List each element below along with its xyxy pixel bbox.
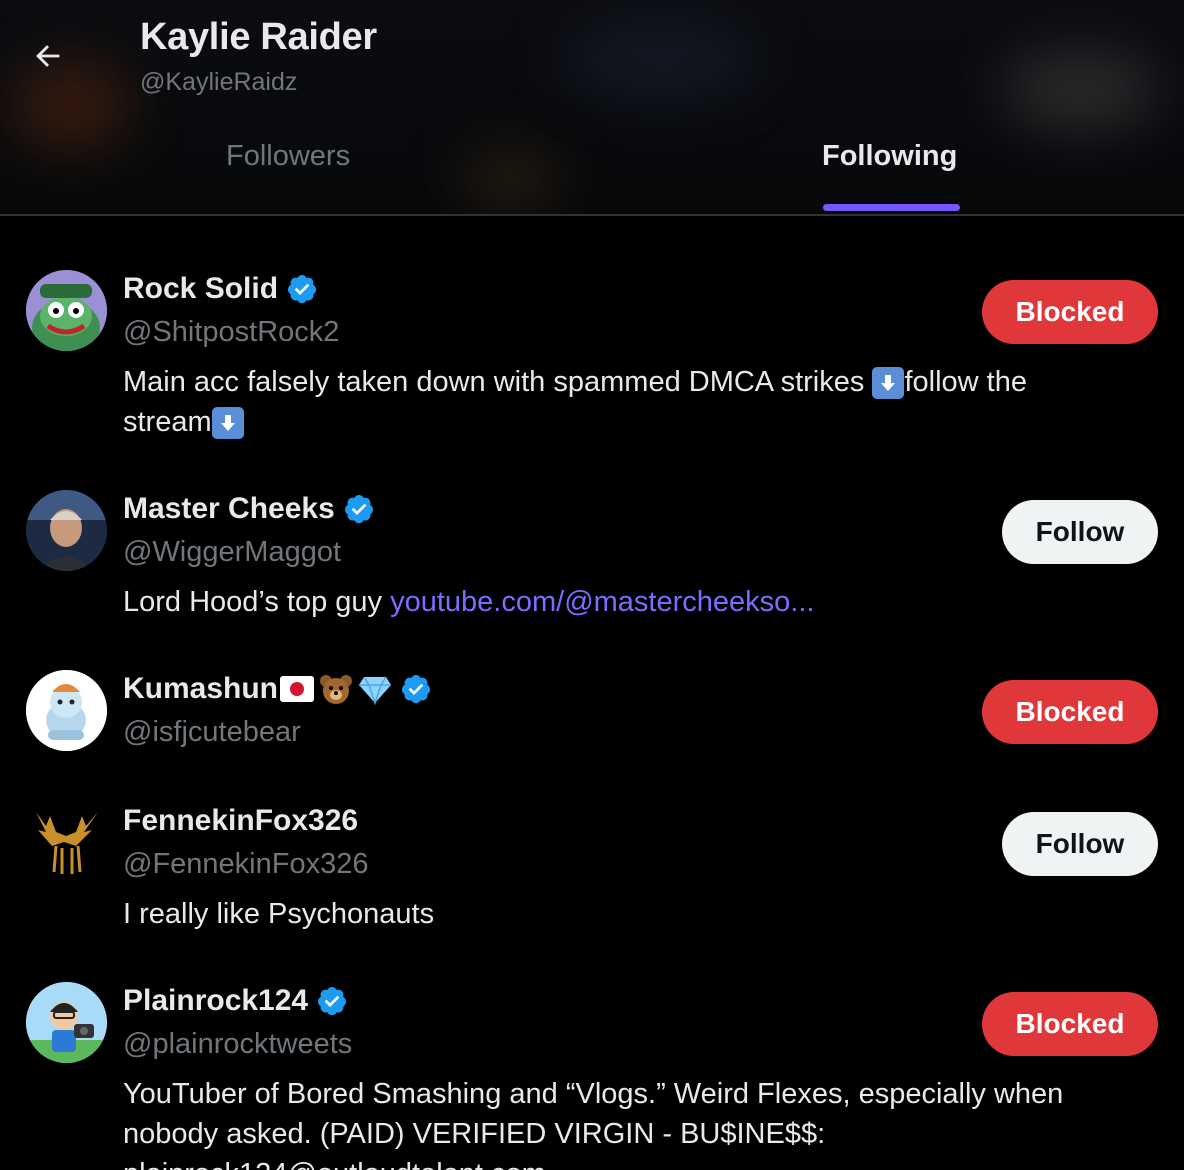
user-handle: @plainrocktweets — [123, 1028, 353, 1060]
tab-following[interactable]: Following — [822, 140, 957, 210]
verified-badge-icon — [318, 987, 347, 1016]
avatar[interactable] — [26, 670, 107, 751]
user-name[interactable]: Rock Solid — [123, 272, 318, 306]
character-avatar-icon — [26, 982, 107, 1063]
avatar[interactable] — [26, 802, 107, 883]
user-bio: Main acc falsely taken down with spammed… — [123, 366, 1027, 440]
list-item[interactable]: Plainrock124 @plainrocktweets YouTuber o… — [0, 968, 1184, 1170]
header-background-blur — [1000, 50, 1160, 130]
arrow-down-emoji-icon — [211, 407, 244, 440]
verified-badge-icon — [344, 495, 373, 524]
antler-avatar-icon — [26, 802, 107, 883]
profile-name: Kaylie Raider — [140, 16, 377, 58]
profile-header: Kaylie Raider @KaylieRaidz Followers Fol… — [0, 0, 1184, 216]
user-handle: @isfjcutebear — [123, 716, 301, 748]
frog-avatar-icon — [26, 270, 107, 351]
header-background-blur — [560, 20, 760, 100]
bear-emoji-icon — [318, 673, 354, 705]
japan-flag-icon — [280, 676, 315, 702]
bio-link[interactable]: youtube.com/@mastercheekso... — [390, 586, 814, 618]
verified-badge-icon — [288, 275, 317, 304]
user-bio: Lord Hood’s top guy youtube.com/@masterc… — [123, 586, 815, 618]
user-bio: YouTuber of Bored Smashing and “Vlogs.” … — [123, 1078, 1064, 1170]
user-name[interactable]: Plainrock124 — [123, 984, 348, 1018]
header-background-blur — [460, 150, 560, 210]
blocked-button[interactable]: Blocked — [982, 680, 1158, 744]
user-handle: @ShitpostRock2 — [123, 316, 340, 348]
blocked-button[interactable]: Blocked — [982, 992, 1158, 1056]
user-handle: @WiggerMaggot — [123, 536, 342, 568]
bear-avatar-icon — [26, 670, 107, 751]
avatar[interactable] — [26, 270, 107, 351]
list-item[interactable]: FennekinFox326 @FennekinFox326 I really … — [0, 788, 1184, 938]
active-tab-indicator — [823, 204, 960, 211]
user-name[interactable]: Master Cheeks — [123, 492, 375, 526]
back-button[interactable] — [22, 30, 74, 82]
tab-followers[interactable]: Followers — [226, 140, 350, 210]
arrow-down-emoji-icon — [872, 367, 905, 400]
user-bio: I really like Psychonauts — [123, 898, 435, 930]
person-avatar-icon — [26, 490, 107, 571]
profile-handle: @KaylieRaidz — [140, 68, 298, 96]
list-item[interactable]: Kumashun @isfjcutebear Blocked — [0, 656, 1184, 766]
avatar[interactable] — [26, 982, 107, 1063]
arrow-left-icon — [36, 45, 60, 67]
follow-button[interactable]: Follow — [1002, 812, 1158, 876]
user-name[interactable]: FennekinFox326 — [123, 804, 358, 838]
verified-badge-icon — [402, 675, 431, 704]
follow-button[interactable]: Follow — [1002, 500, 1158, 564]
avatar[interactable] — [26, 490, 107, 571]
user-handle: @FennekinFox326 — [123, 848, 369, 880]
gem-emoji-icon — [358, 673, 392, 705]
blocked-button[interactable]: Blocked — [982, 280, 1158, 344]
list-item[interactable]: Rock Solid @ShitpostRock2 Main acc false… — [0, 256, 1184, 446]
following-page: Kaylie Raider @KaylieRaidz Followers Fol… — [0, 0, 1184, 1170]
list-item[interactable]: Master Cheeks @WiggerMaggot Lord Hood’s … — [0, 476, 1184, 626]
user-name[interactable]: Kumashun — [123, 672, 432, 706]
